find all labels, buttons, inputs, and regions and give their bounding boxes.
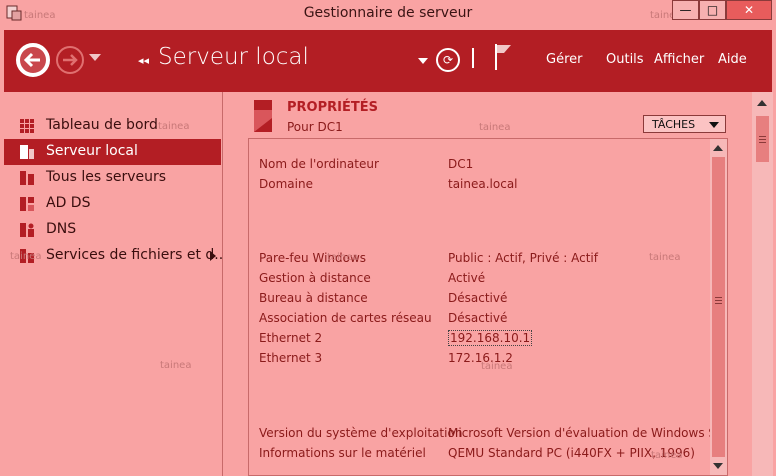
sidebar: Tableau de bord tainea Serveur local Tou… xyxy=(4,92,228,476)
refresh-icon[interactable]: ⟳ xyxy=(436,48,460,72)
sidebar-item-dns[interactable]: DNS xyxy=(4,217,221,243)
property-key: Gestion à distance xyxy=(259,271,371,285)
minimize-button[interactable]: — xyxy=(672,0,699,20)
property-key: Association de cartes réseau xyxy=(259,311,432,325)
property-value-link[interactable]: DC1 xyxy=(448,157,473,171)
scroll-down-icon[interactable] xyxy=(713,463,723,469)
property-row: Bureau à distance Désactivé xyxy=(259,291,709,309)
watermark: tainea xyxy=(651,450,683,461)
sidebar-item-ad-ds[interactable]: AD DS xyxy=(4,191,221,217)
sidebar-item-label: Serveur local xyxy=(46,143,138,159)
menu-view[interactable]: Afficher xyxy=(654,52,704,67)
chevron-right-icon[interactable] xyxy=(210,251,216,261)
property-key: Ethernet 3 xyxy=(259,351,323,365)
back-button[interactable] xyxy=(16,43,50,77)
scrollbar-thumb[interactable] xyxy=(756,116,769,162)
menu-tools[interactable]: Outils xyxy=(606,52,644,67)
maximize-button[interactable]: □ xyxy=(699,0,726,20)
watermark: tainea xyxy=(649,252,681,263)
history-dropdown-icon[interactable] xyxy=(89,54,101,61)
page-title: Serveur local xyxy=(158,44,309,70)
properties-section: PROPRIÉTÉS Pour DC1 tainea TÂCHES Nom de… xyxy=(222,92,773,476)
tasks-dropdown[interactable]: TÂCHES xyxy=(643,115,726,133)
forward-button[interactable] xyxy=(56,46,84,74)
scrollbar-thumb[interactable] xyxy=(712,157,725,457)
dns-icon xyxy=(20,223,34,237)
toolbar-separator xyxy=(472,48,474,68)
close-button[interactable]: ✕ xyxy=(726,0,772,20)
property-key: Domaine xyxy=(259,177,313,191)
property-key: Informations sur le matériel xyxy=(259,446,426,460)
property-value-link[interactable]: Microsoft Version d'évaluation de Window… xyxy=(448,426,727,440)
property-value-link[interactable]: Public : Actif, Privé : Actif xyxy=(448,251,598,265)
property-key: Nom de l'ordinateur xyxy=(259,157,379,171)
server-manager-window: tainea Gestionnaire de serveur tainea — … xyxy=(0,0,776,476)
server-properties-icon xyxy=(254,100,272,132)
breadcrumb-dropdown-icon[interactable] xyxy=(418,58,428,64)
property-key: Version du système d'exploitation xyxy=(259,426,463,440)
sidebar-item-label: Tableau de bord xyxy=(46,117,158,133)
sidebar-item-all-servers[interactable]: Tous les serveurs xyxy=(4,165,221,191)
watermark: tainea xyxy=(160,360,192,371)
property-row: Ethernet 2 192.168.10.1 xyxy=(259,330,709,349)
property-key: Bureau à distance xyxy=(259,291,368,305)
property-row: Nom de l'ordinateur DC1 xyxy=(259,157,709,175)
property-value-link[interactable]: Désactivé xyxy=(448,291,507,305)
properties-subtitle: Pour DC1 xyxy=(287,120,343,134)
dashboard-icon xyxy=(20,119,34,133)
title-bar: tainea Gestionnaire de serveur tainea — … xyxy=(0,0,776,30)
property-value-link[interactable]: Activé xyxy=(448,271,485,285)
sidebar-item-label: DNS xyxy=(46,221,77,237)
menu-manage[interactable]: Gérer xyxy=(546,52,582,67)
property-key: Ethernet 2 xyxy=(259,331,323,345)
watermark: tainea xyxy=(158,121,190,132)
property-row: Domaine tainea.local xyxy=(259,177,709,195)
sidebar-item-local-server[interactable]: Serveur local xyxy=(4,139,221,165)
tasks-label: TÂCHES xyxy=(652,118,696,131)
scroll-up-icon[interactable] xyxy=(713,145,723,151)
server-icon xyxy=(20,145,34,159)
grip-icon xyxy=(759,136,766,137)
flag-icon[interactable] xyxy=(494,44,512,70)
watermark: tainea xyxy=(327,252,359,263)
property-value-link[interactable]: tainea.local xyxy=(448,177,518,191)
sidebar-item-dashboard[interactable]: Tableau de bord tainea xyxy=(4,113,221,139)
properties-title: PROPRIÉTÉS xyxy=(287,100,378,115)
breadcrumb-arrows-icon: ◂◂ xyxy=(138,54,150,67)
watermark: tainea xyxy=(10,251,42,262)
watermark: tainea xyxy=(479,122,511,133)
ad-ds-icon xyxy=(20,197,34,211)
properties-panel: Nom de l'ordinateur DC1 Domaine tainea.l… xyxy=(248,138,728,476)
chevron-down-icon xyxy=(709,122,719,128)
sidebar-item-label: Services de fichiers et d... xyxy=(46,247,228,263)
sidebar-item-label: AD DS xyxy=(46,195,91,211)
properties-scrollbar[interactable] xyxy=(710,139,727,475)
arrow-right-icon xyxy=(63,54,78,66)
grip-icon xyxy=(715,297,722,298)
property-row: Version du système d'exploitation Micros… xyxy=(259,426,727,444)
main-scrollbar[interactable] xyxy=(752,92,773,476)
property-row: Informations sur le matériel QEMU Standa… xyxy=(259,446,709,464)
sidebar-item-file-services[interactable]: Services de fichiers et d... tainea xyxy=(4,243,228,269)
property-value-link[interactable]: Désactivé xyxy=(448,311,507,325)
servers-icon xyxy=(20,171,34,185)
scroll-up-icon[interactable] xyxy=(757,100,767,106)
property-row: Association de cartes réseau Désactivé xyxy=(259,311,709,329)
arrow-left-icon xyxy=(20,47,46,73)
property-row: Gestion à distance Activé xyxy=(259,271,709,289)
property-value-link[interactable]: 192.168.10.1 xyxy=(448,330,533,346)
watermark: tainea xyxy=(481,361,513,372)
header-bar: ◂◂ Serveur local ⟳ Gérer Outils Afficher… xyxy=(4,30,772,92)
sidebar-item-label: Tous les serveurs xyxy=(46,169,167,185)
menu-help[interactable]: Aide xyxy=(718,52,747,67)
